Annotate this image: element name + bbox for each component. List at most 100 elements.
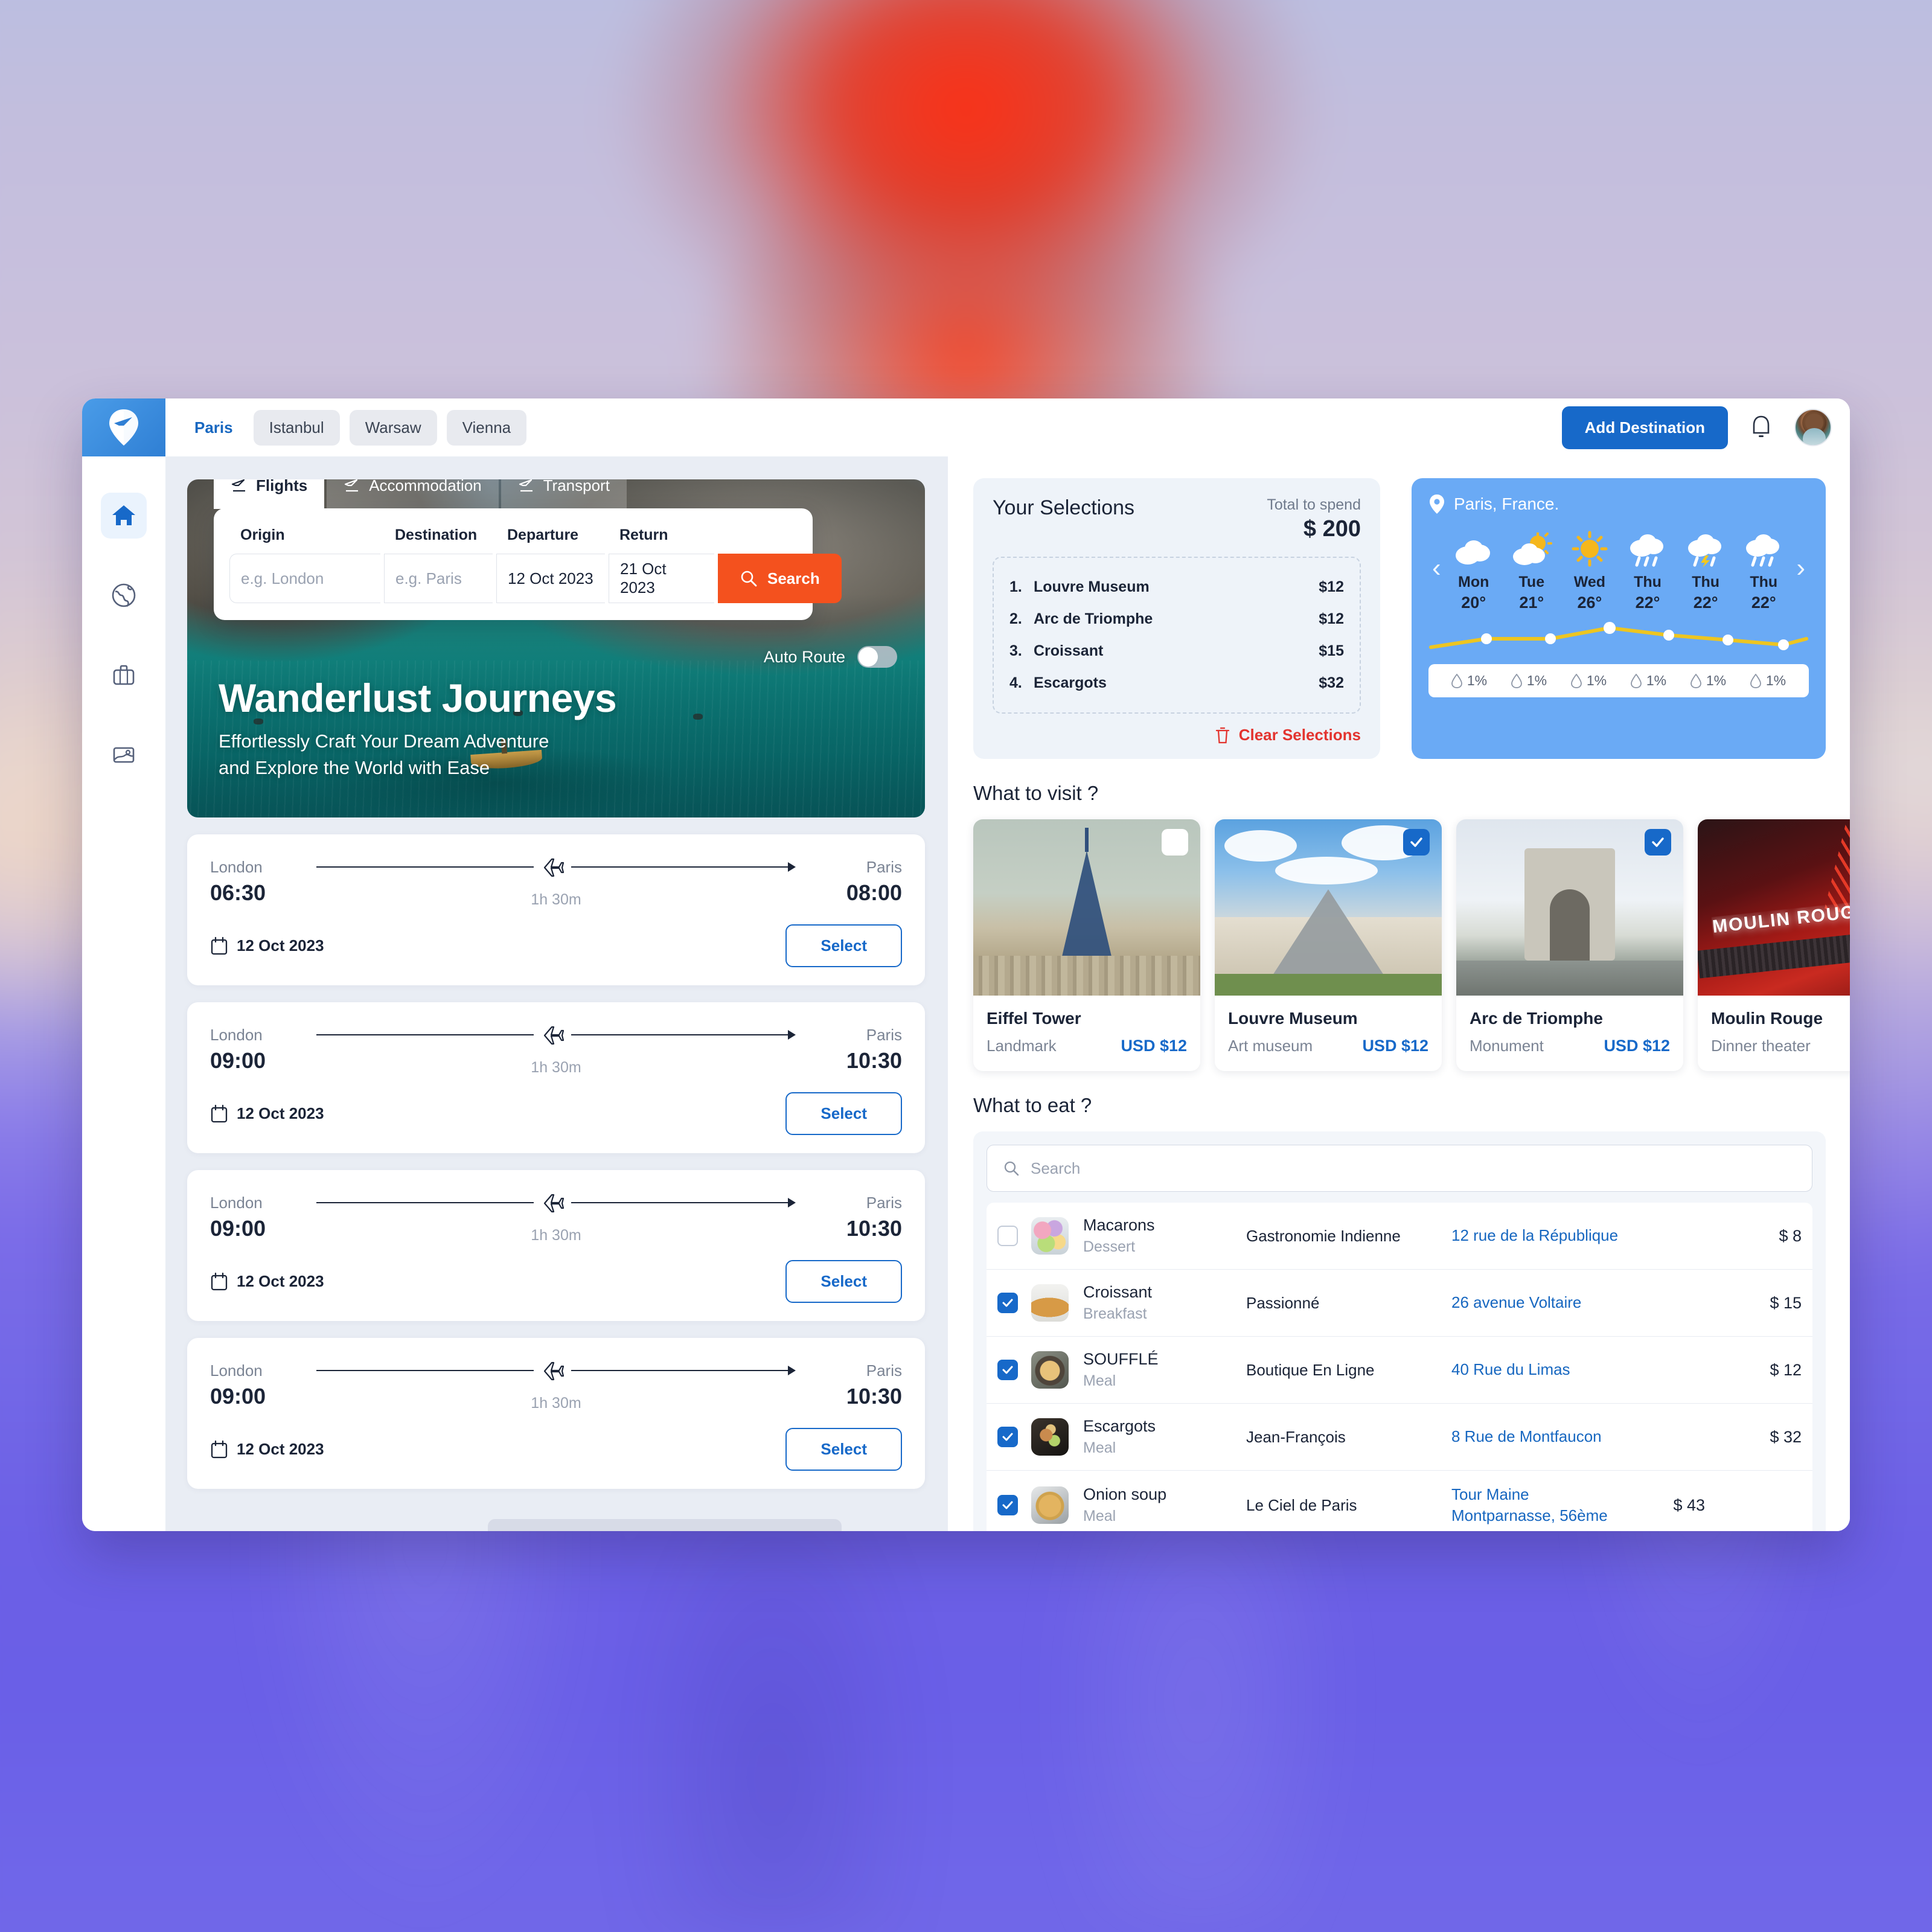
visit-checkbox[interactable] xyxy=(1645,829,1671,856)
return-label: Return xyxy=(619,526,668,543)
weather-day-name: Mon xyxy=(1458,574,1489,590)
weather-temperature-chart xyxy=(1428,615,1809,659)
city-tab-label: Paris xyxy=(194,418,233,437)
eat-checkbox[interactable] xyxy=(997,1427,1018,1447)
partly-sunny-icon xyxy=(1509,524,1555,568)
flight-arrive-time: 10:30 xyxy=(846,1048,902,1073)
destination-input[interactable]: e.g. Paris xyxy=(384,554,493,603)
sidebar-item-explore[interactable] xyxy=(101,572,147,618)
select-flight-button[interactable]: Select xyxy=(785,1260,902,1303)
sidebar xyxy=(82,456,165,1531)
eat-address[interactable]: 40 Rue du Limas xyxy=(1451,1359,1729,1380)
visit-card[interactable]: Arc de Triomphe Monument USD $12 xyxy=(1456,819,1683,1071)
water-drop-icon xyxy=(1750,673,1761,688)
eat-checkbox[interactable] xyxy=(997,1226,1018,1246)
bell-icon[interactable] xyxy=(1748,414,1774,441)
city-tab-paris[interactable]: Paris xyxy=(187,410,244,446)
flight-duration: 1h 30m xyxy=(531,1395,581,1412)
add-destination-button[interactable]: Add Destination xyxy=(1561,406,1728,449)
clear-selections-button[interactable]: Clear Selections xyxy=(993,726,1361,744)
eat-row[interactable]: Escargots Meal Jean-François 8 Rue de Mo… xyxy=(987,1404,1812,1471)
auto-route-label: Auto Route xyxy=(763,647,845,666)
flight-depart-time: 09:00 xyxy=(210,1384,266,1409)
sidebar-item-trips[interactable] xyxy=(101,652,147,698)
plane-icon xyxy=(345,479,359,491)
visit-card[interactable]: MOULIN ROUGE Moulin Rouge Dinner theater xyxy=(1698,819,1850,1071)
eat-row[interactable]: Croissant Breakfast Passionné 26 avenue … xyxy=(987,1270,1812,1337)
departure-input[interactable]: 12 Oct 2023 xyxy=(496,554,605,603)
eat-row[interactable]: Macarons Dessert Gastronomie Indienne 12… xyxy=(987,1203,1812,1270)
weather-next-button[interactable]: › xyxy=(1793,555,1809,581)
city-tab-vienna[interactable]: Vienna xyxy=(446,409,527,446)
selections-list: 1. Louvre Museum $12 2. Arc de Triomphe … xyxy=(993,557,1361,714)
selection-index: 4. xyxy=(1009,674,1022,691)
selection-price: $32 xyxy=(1319,674,1344,691)
visit-card[interactable]: Eiffel Tower Landmark USD $12 xyxy=(973,819,1200,1071)
select-flight-button[interactable]: Select xyxy=(785,1092,902,1135)
croissant-photo xyxy=(1031,1284,1069,1322)
tab-label: Flights xyxy=(256,479,308,494)
select-flight-button[interactable]: Select xyxy=(785,1428,902,1471)
clear-results-button[interactable]: Clear Results xyxy=(488,1519,842,1531)
visit-checkbox[interactable] xyxy=(1403,829,1430,856)
auto-route-toggle[interactable] xyxy=(857,646,897,668)
your-selections-panel: Your Selections Total to spend $ 200 1. … xyxy=(973,478,1380,759)
water-drop-icon xyxy=(1570,673,1582,688)
flight-card[interactable]: London 06:30 1h 30m Paris 08:00 12 Oct 2… xyxy=(187,834,925,985)
visit-type: Monument xyxy=(1470,1037,1544,1055)
flight-destination: Paris xyxy=(866,858,902,876)
rain-chance: 1% xyxy=(1570,673,1607,689)
select-flight-button[interactable]: Select xyxy=(785,924,902,967)
souffle-photo xyxy=(1031,1351,1069,1389)
flight-card[interactable]: London 09:00 1h 30m Paris 10:30 12 Oct 2… xyxy=(187,1002,925,1153)
city-tab-istanbul[interactable]: Istanbul xyxy=(253,409,340,446)
weather-day-temp: 26° xyxy=(1577,593,1602,612)
clear-selections-label: Clear Selections xyxy=(1238,726,1361,744)
eat-address[interactable]: 12 rue de la République xyxy=(1451,1225,1729,1246)
app-logo[interactable] xyxy=(82,398,165,456)
tab-transport[interactable]: Transport xyxy=(501,479,627,509)
weather-day: Thu 22° xyxy=(1683,524,1729,612)
user-avatar[interactable] xyxy=(1794,409,1832,446)
visit-name: Arc de Triomphe xyxy=(1470,1009,1603,1028)
eat-name: Macarons xyxy=(1083,1216,1155,1234)
city-tab-warsaw[interactable]: Warsaw xyxy=(349,409,437,446)
eat-address[interactable]: 8 Rue de Montfaucon xyxy=(1451,1426,1729,1447)
weather-day-name: Wed xyxy=(1573,574,1606,590)
rain-chance: 1% xyxy=(1451,673,1487,689)
flight-card[interactable]: London 09:00 1h 30m Paris 10:30 12 Oct 2… xyxy=(187,1338,925,1489)
eat-name: Onion soup xyxy=(1083,1485,1167,1504)
flight-card[interactable]: London 09:00 1h 30m Paris 10:30 12 Oct 2… xyxy=(187,1170,925,1321)
selection-index: 3. xyxy=(1009,642,1022,659)
origin-input[interactable]: e.g. London xyxy=(229,554,380,603)
eat-price: $ 32 xyxy=(1770,1427,1802,1446)
flight-duration: 1h 30m xyxy=(531,1227,581,1244)
visit-checkbox[interactable] xyxy=(1162,829,1188,856)
sidebar-item-home[interactable] xyxy=(101,493,147,539)
check-icon xyxy=(1002,1433,1013,1441)
eat-price: $ 12 xyxy=(1770,1360,1802,1379)
calendar-icon xyxy=(211,1272,228,1290)
visit-card[interactable]: Louvre Museum Art museum USD $12 xyxy=(1215,819,1442,1071)
weather-prev-button[interactable]: ‹ xyxy=(1428,555,1445,581)
flight-arrive-time: 10:30 xyxy=(846,1216,902,1241)
weather-day-name: Thu xyxy=(1692,574,1720,590)
eat-address[interactable]: Tour Maine Montparnasse, 56ème xyxy=(1451,1484,1633,1526)
check-icon xyxy=(1002,1299,1013,1307)
sidebar-item-gallery[interactable] xyxy=(101,732,147,778)
what-to-visit-title: What to visit ? xyxy=(973,782,1099,804)
eat-restaurant: Le Ciel de Paris xyxy=(1246,1495,1357,1514)
tab-accommodation[interactable]: Accommodation xyxy=(327,479,499,509)
city-tab-label: Warsaw xyxy=(365,418,421,437)
eat-checkbox[interactable] xyxy=(997,1360,1018,1380)
eat-checkbox[interactable] xyxy=(997,1293,1018,1313)
eat-checkbox[interactable] xyxy=(997,1495,1018,1516)
eat-address[interactable]: 26 avenue Voltaire xyxy=(1451,1292,1729,1313)
left-bottom-actions: Show More Clear Results xyxy=(187,1506,925,1531)
tab-flights[interactable]: Flights xyxy=(214,479,325,509)
eat-search-input[interactable]: Search xyxy=(987,1145,1812,1192)
return-input[interactable]: 21 Oct 2023 xyxy=(609,554,714,603)
search-button[interactable]: Search xyxy=(718,554,842,603)
eat-row[interactable]: Onion soup Meal Le Ciel de Paris Tour Ma… xyxy=(987,1471,1812,1531)
eat-row[interactable]: SOUFFLÉ Meal Boutique En Ligne 40 Rue du… xyxy=(987,1337,1812,1404)
